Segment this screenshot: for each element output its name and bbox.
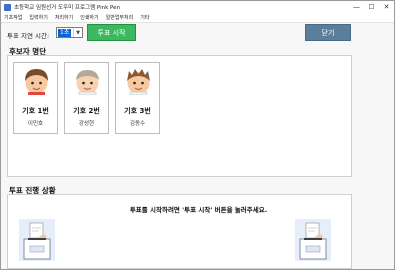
menu-bar: 기초작업 입력하기 처리하기 인쇄하기 일반업무처리 기타: [1, 13, 394, 23]
candidate-name: 이민호: [27, 121, 44, 127]
delay-time-label: 투표 지연 시간:: [7, 32, 50, 40]
window-title: 초등학교 임원선거 도우미 프로그램 Pink Pen: [14, 5, 121, 11]
close-button[interactable]: 닫기: [305, 24, 351, 41]
boy-avatar-icon: [127, 69, 150, 95]
ballot-box-icon: [295, 219, 331, 261]
candidate-number: 기호 3번: [124, 107, 151, 115]
menu-item-print[interactable]: 인쇄하기: [80, 14, 98, 21]
delay-time-value: 1초: [58, 28, 72, 37]
candidates-panel: [7, 55, 352, 177]
chevron-down-icon[interactable]: ▼: [73, 28, 82, 37]
ballot-box-icon: [19, 219, 55, 261]
boy-avatar-icon: [76, 70, 99, 95]
menu-item-process[interactable]: 처리하기: [55, 14, 73, 21]
menu-item-etc[interactable]: 기타: [140, 14, 149, 21]
candidate-name: 김동수: [129, 121, 146, 127]
menu-item-input[interactable]: 입력하기: [29, 14, 47, 21]
start-vote-button[interactable]: 투표 시작: [87, 24, 136, 41]
vote-instruction-text: 투표를 시작하려면 '투표 시작' 버튼을 눌러주세요.: [129, 206, 268, 214]
window-controls: — ☐ ✕: [349, 1, 394, 13]
candidate-card-2[interactable]: 기호 2번 강성현: [64, 62, 109, 134]
menu-item-general-tasks[interactable]: 일반업무처리: [106, 14, 134, 21]
candidate-card-3[interactable]: 기호 3번 김동수: [115, 62, 160, 134]
candidate-card-1[interactable]: 기호 1번 이민호: [13, 62, 58, 134]
candidate-name: 강성현: [78, 121, 95, 127]
minimize-button[interactable]: —: [349, 1, 364, 13]
boy-avatar-icon: [25, 69, 48, 95]
app-icon: [4, 3, 11, 11]
maximize-button[interactable]: ☐: [364, 1, 379, 13]
title-bar: 초등학교 임원선거 도우미 프로그램 Pink Pen — ☐ ✕: [1, 1, 394, 13]
delay-time-select[interactable]: 1초 ▼: [56, 27, 83, 38]
app-window: 초등학교 임원선거 도우미 프로그램 Pink Pen — ☐ ✕ 기초작업 입…: [0, 0, 395, 270]
candidate-number: 기호 1번: [22, 107, 49, 115]
candidate-number: 기호 2번: [73, 107, 100, 115]
close-window-button[interactable]: ✕: [379, 1, 394, 13]
menu-item-basic-work[interactable]: 기초작업: [4, 14, 22, 21]
